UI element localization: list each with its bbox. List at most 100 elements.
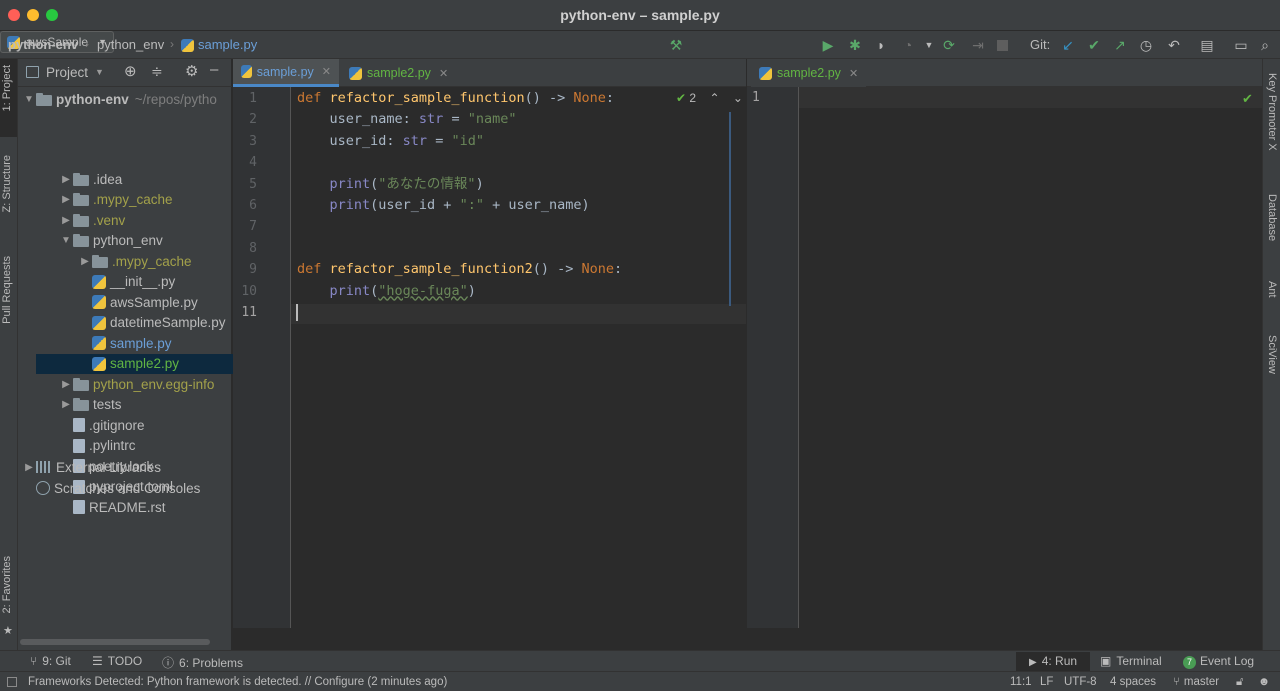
coverage-shield-icon[interactable]: ◗: [872, 36, 890, 54]
chevron-right-icon[interactable]: ▶: [59, 379, 73, 390]
tree-item[interactable]: ▶ python_env.egg-info: [36, 374, 250, 394]
caret-position[interactable]: 11:1: [1010, 676, 1032, 688]
tree-item[interactable]: .gitignore: [36, 415, 250, 435]
tree-external-libraries[interactable]: ▶ External Libraries: [18, 457, 232, 477]
tree-item[interactable]: README.rst: [36, 497, 250, 517]
project-structure-icon[interactable]: ▤: [1198, 36, 1216, 54]
todo-tool-button[interactable]: ☰ TODO: [92, 654, 142, 668]
chevron-down-icon[interactable]: ▼: [22, 94, 36, 105]
tree-root[interactable]: ▼ python-env ~/repos/pytho: [18, 89, 232, 109]
problems-tool-button[interactable]: ⓘ 6: Problems: [162, 654, 243, 671]
locate-target-icon[interactable]: ⊕: [124, 62, 137, 80]
tree-item[interactable]: __init__.py: [36, 272, 250, 292]
step-icon[interactable]: ⇥: [969, 36, 987, 54]
tab-key-promoter[interactable]: Key Promoter X: [1266, 73, 1278, 151]
tab-pull-requests[interactable]: Pull Requests: [1, 256, 13, 324]
tab-favorites[interactable]: 2: Favorites: [1, 556, 13, 613]
terminal-tool-button[interactable]: ▣ Terminal: [1100, 654, 1162, 668]
run-icon[interactable]: ▶: [819, 36, 837, 54]
window-title: python-env – sample.py: [560, 7, 720, 23]
git-update-arrow-icon[interactable]: ↙: [1059, 36, 1077, 54]
code-line: print(user_id + ":" + user_name): [297, 195, 590, 216]
tree-item[interactable]: ▶ .idea: [36, 169, 250, 189]
tree-item[interactable]: awsSample.py: [36, 292, 250, 312]
breadcrumb-project[interactable]: python-env: [8, 37, 78, 52]
tab-label: sample2.py: [777, 66, 841, 80]
tab-sample2-py-right[interactable]: sample2.py ✕: [751, 59, 867, 87]
git-push-arrow-icon[interactable]: ↗: [1111, 36, 1129, 54]
tree-item[interactable]: ▶ .venv: [36, 210, 250, 230]
toggle-tool-windows-icon[interactable]: [7, 677, 17, 687]
tree-item-label: python_env: [93, 233, 163, 248]
tab-sample2-py[interactable]: sample2.py ✕: [341, 59, 456, 87]
tab-sciview[interactable]: SciView: [1266, 335, 1278, 374]
rollback-icon[interactable]: ↶: [1165, 36, 1183, 54]
tree-item[interactable]: ▶ .mypy_cache: [36, 190, 250, 210]
tree-item-label: sample.py: [110, 335, 172, 351]
hide-panel-icon[interactable]: –: [210, 61, 218, 78]
chevron-down-icon[interactable]: ⌄: [733, 91, 743, 105]
code-editor-right[interactable]: [799, 87, 1262, 628]
search-everywhere-icon[interactable]: ⌕: [1256, 36, 1274, 54]
chevron-right-icon[interactable]: ▶: [59, 194, 73, 205]
breadcrumb-file[interactable]: sample.py: [198, 37, 257, 52]
tree-scratches[interactable]: Scratches and Consoles: [18, 478, 232, 498]
collapse-all-icon[interactable]: ≑: [151, 63, 163, 80]
chevron-right-icon[interactable]: ▶: [59, 215, 73, 226]
git-tool-button[interactable]: ⑂ 9: Git: [30, 654, 71, 668]
stop-icon[interactable]: [997, 40, 1008, 51]
chevron-right-icon[interactable]: ▶: [78, 256, 92, 267]
run-tool-button[interactable]: ▶ 4: Run: [1029, 654, 1077, 668]
event-log-tool-button[interactable]: 7 Event Log: [1183, 654, 1254, 669]
breadcrumb-package[interactable]: python_env: [97, 37, 164, 52]
close-icon[interactable]: ✕: [439, 67, 448, 80]
tree-item[interactable]: datetimeSample.py: [36, 313, 250, 333]
gear-icon[interactable]: ⚙: [185, 62, 198, 80]
git-branch[interactable]: ⑂ master: [1173, 676, 1219, 688]
tree-item[interactable]: ▼ python_env: [36, 231, 250, 251]
close-icon[interactable]: ✕: [849, 67, 858, 80]
indent-setting[interactable]: 4 spaces: [1110, 676, 1156, 688]
chevron-down-icon[interactable]: ▼: [920, 36, 938, 54]
line-separator[interactable]: LF: [1040, 676, 1053, 688]
code-line: def refactor_sample_function() -> None:: [297, 88, 614, 109]
code-editor-left[interactable]: [291, 87, 746, 628]
tree-item-label: .pylintrc: [89, 438, 136, 453]
history-clock-icon[interactable]: ◷: [1137, 36, 1155, 54]
close-icon[interactable]: ✕: [322, 65, 331, 78]
tree-item[interactable]: ▶ tests: [36, 395, 250, 415]
tab-project[interactable]: 1: Project: [1, 65, 13, 111]
chevron-right-icon[interactable]: ▶: [59, 174, 73, 185]
project-panel-title[interactable]: Project: [46, 65, 88, 80]
file-encoding[interactable]: UTF-8: [1064, 676, 1097, 688]
chevron-up-icon[interactable]: ⌃: [709, 91, 719, 105]
tab-structure[interactable]: Z: Structure: [1, 155, 13, 212]
tree-item[interactable]: sample2.py: [36, 353, 250, 374]
folder-icon: [73, 172, 89, 186]
line-number: 2: [249, 112, 257, 128]
chevron-right-icon[interactable]: ▶: [22, 462, 36, 473]
rerun-icon[interactable]: ⟳: [940, 36, 958, 54]
lock-icon[interactable]: 🔓︎: [1236, 676, 1243, 689]
chevron-right-icon[interactable]: ▶: [59, 399, 73, 410]
tab-database[interactable]: Database: [1266, 194, 1278, 241]
tab-sample-py[interactable]: sample.py ✕: [233, 59, 339, 87]
status-message[interactable]: Frameworks Detected: Python framework is…: [28, 676, 447, 688]
build-hammer-icon[interactable]: ⚒: [667, 36, 685, 54]
chevron-down-icon[interactable]: ▼: [95, 67, 104, 77]
tab-ant[interactable]: Ant: [1266, 281, 1278, 298]
horizontal-scrollbar[interactable]: [20, 639, 210, 645]
tree-item[interactable]: ▶ .mypy_cache: [36, 251, 250, 271]
profile-icon[interactable]: ◔: [899, 36, 917, 54]
python-file-icon: [759, 66, 772, 80]
terminal-window-icon[interactable]: ▭: [1232, 36, 1250, 54]
inspector-icon[interactable]: ☻: [1258, 676, 1270, 688]
debug-bug-icon[interactable]: ✱: [846, 36, 864, 54]
tree-item[interactable]: sample.py: [36, 333, 250, 353]
chevron-down-icon[interactable]: ▼: [59, 235, 73, 246]
tree-item[interactable]: .pylintrc: [36, 436, 250, 456]
inspection-widget[interactable]: ✔ 2 ⌃ ⌄: [676, 91, 743, 105]
line-number: 9: [249, 262, 257, 278]
git-commit-check-icon[interactable]: ✔: [1085, 36, 1103, 54]
python-file-icon: [92, 356, 106, 371]
